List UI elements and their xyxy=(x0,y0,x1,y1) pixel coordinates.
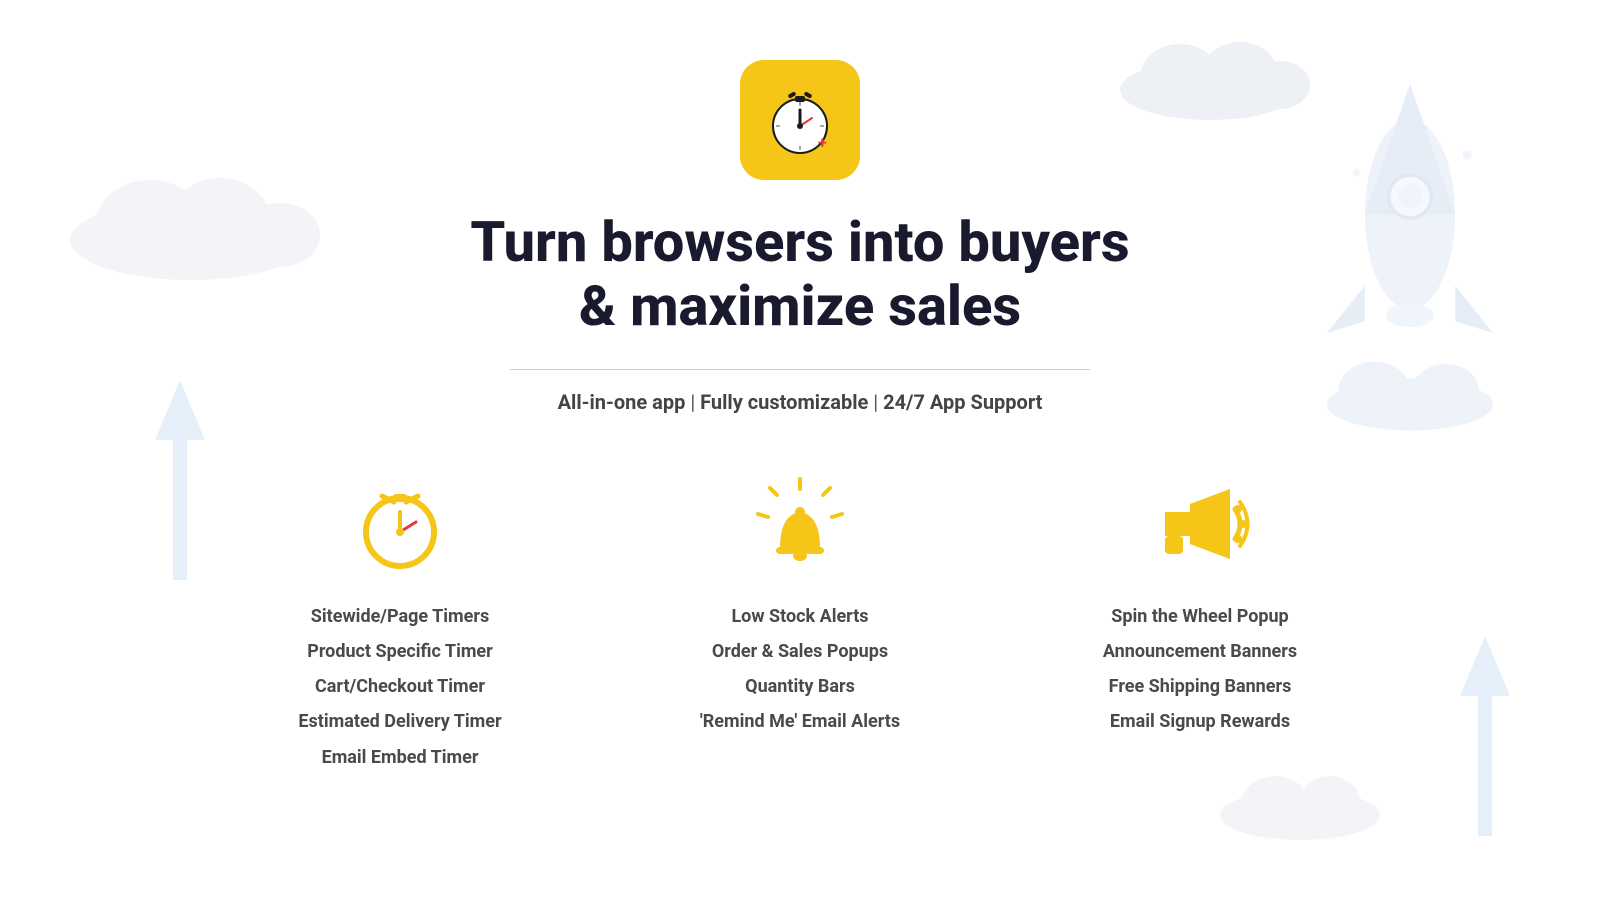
feature-item: 'Remind Me' Email Alerts xyxy=(700,709,900,734)
alert-bell-icon xyxy=(750,474,850,574)
feature-item: Email Signup Rewards xyxy=(1103,709,1297,734)
app-icon-svg: + xyxy=(760,80,840,160)
feature-item: Email Embed Timer xyxy=(298,745,501,770)
svg-text:+: + xyxy=(818,133,827,152)
headline: Turn browsers into buyers & maximize sal… xyxy=(470,210,1129,339)
feature-item: Free Shipping Banners xyxy=(1103,674,1297,699)
features-row: Sitewide/Page Timers Product Specific Ti… xyxy=(200,474,1400,780)
feature-item: Product Specific Timer xyxy=(298,639,501,664)
feature-col-timers: Sitewide/Page Timers Product Specific Ti… xyxy=(240,474,560,780)
stopwatch-icon xyxy=(350,474,450,574)
timers-feature-list: Sitewide/Page Timers Product Specific Ti… xyxy=(298,604,501,780)
headline-line2: & maximize sales xyxy=(579,273,1021,339)
feature-item: Sitewide/Page Timers xyxy=(298,604,501,629)
headline-line1: Turn browsers into buyers xyxy=(470,209,1129,275)
feature-item: Spin the Wheel Popup xyxy=(1103,604,1297,629)
feature-item: Quantity Bars xyxy=(700,674,900,699)
feature-item: Order & Sales Popups xyxy=(700,639,900,664)
subtitle: All-in-one app | Fully customizable | 24… xyxy=(558,390,1043,414)
feature-item: Announcement Banners xyxy=(1103,639,1297,664)
feature-col-alerts: Low Stock Alerts Order & Sales Popups Qu… xyxy=(640,474,960,780)
alerts-feature-list: Low Stock Alerts Order & Sales Popups Qu… xyxy=(700,604,900,745)
marketing-feature-list: Spin the Wheel Popup Announcement Banner… xyxy=(1103,604,1297,745)
feature-item: Estimated Delivery Timer xyxy=(298,709,501,734)
megaphone-icon xyxy=(1150,474,1250,574)
feature-col-marketing: Spin the Wheel Popup Announcement Banner… xyxy=(1040,474,1360,780)
app-icon: + xyxy=(740,60,860,180)
feature-item: Cart/Checkout Timer xyxy=(298,674,501,699)
feature-item: Low Stock Alerts xyxy=(700,604,900,629)
main-content: + Turn browsers into buyers & maximize s… xyxy=(0,0,1600,780)
headline-divider xyxy=(510,369,1090,370)
